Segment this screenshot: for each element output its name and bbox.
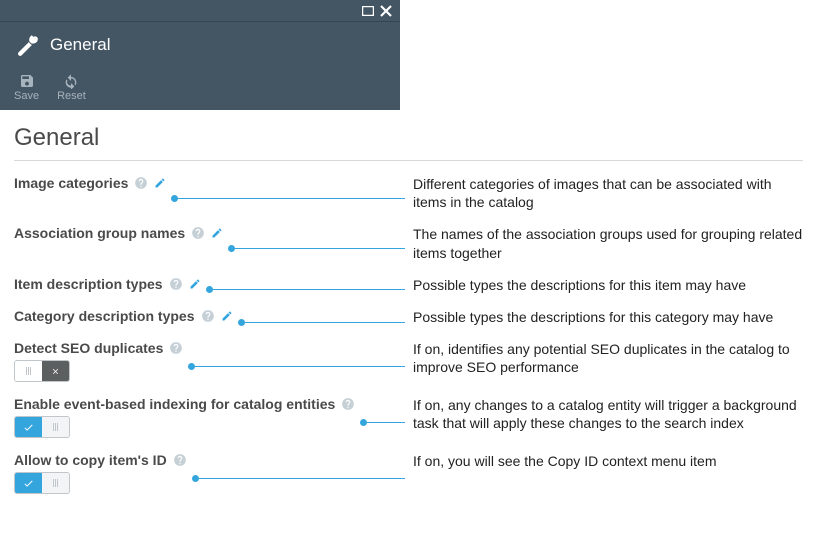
setting-row: Association group names The names of the …	[14, 225, 803, 261]
setting-label-wrap: Item description types	[14, 276, 201, 292]
setting-description: The names of the association groups used…	[413, 225, 803, 261]
setting-description: If on, you will see the Copy ID context …	[413, 452, 803, 470]
leader-line	[195, 478, 405, 479]
setting-label-wrap: Category description types	[14, 308, 233, 324]
leader-line	[209, 289, 405, 290]
setting-label: Enable event-based indexing for catalog …	[14, 396, 335, 412]
setting-description: Possible types the descriptions for this…	[413, 276, 803, 294]
close-icon[interactable]	[380, 5, 392, 17]
save-label: Save	[14, 90, 39, 102]
edit-icon[interactable]	[211, 227, 223, 239]
setting-label-block: Association group names	[14, 225, 223, 241]
setting-label: Association group names	[14, 225, 185, 241]
setting-description: Possible types the descriptions for this…	[413, 308, 803, 326]
toggle-switch[interactable]	[14, 360, 70, 382]
leader-line	[174, 198, 405, 199]
setting-description: If on, any changes to a catalog entity w…	[413, 396, 803, 432]
edit-icon[interactable]	[221, 310, 233, 322]
help-icon[interactable]	[169, 341, 183, 355]
setting-row: Allow to copy item's ID If on, you will s…	[14, 452, 803, 494]
setting-label-wrap: Detect SEO duplicates	[14, 340, 183, 356]
setting-label: Item description types	[14, 276, 163, 292]
setting-label-block: Allow to copy item's ID	[14, 452, 187, 494]
save-button[interactable]: Save	[14, 73, 39, 102]
setting-row: Detect SEO duplicates If on, identifies a…	[14, 340, 803, 382]
toolbar: Save Reset	[0, 68, 400, 110]
panel-header: General Save Reset	[0, 0, 400, 110]
reset-label: Reset	[57, 90, 86, 102]
setting-label: Category description types	[14, 308, 195, 324]
leader-line	[241, 322, 406, 323]
setting-label-wrap: Enable event-based indexing for catalog …	[14, 396, 355, 412]
panel-title-row: General	[0, 22, 400, 68]
toggle-switch[interactable]	[14, 472, 70, 494]
reset-button[interactable]: Reset	[57, 73, 86, 102]
setting-label-wrap: Allow to copy item's ID	[14, 452, 187, 468]
help-icon[interactable]	[173, 453, 187, 467]
setting-description: Different categories of images that can …	[413, 175, 803, 211]
setting-label-block: Image categories	[14, 175, 166, 191]
setting-row: Category description types Possible types…	[14, 308, 803, 326]
maximize-icon[interactable]	[362, 6, 374, 16]
save-icon	[19, 73, 35, 89]
setting-label-block: Item description types	[14, 276, 201, 292]
settings-list: Image categories Different categories of …	[14, 175, 803, 494]
setting-label-block: Detect SEO duplicates	[14, 340, 183, 382]
settings-content: General Image categories Different catego…	[0, 110, 817, 494]
edit-icon[interactable]	[189, 278, 201, 290]
toggle-switch[interactable]	[14, 416, 70, 438]
leader-line	[191, 366, 405, 367]
edit-icon[interactable]	[154, 177, 166, 189]
wrench-icon	[14, 32, 40, 58]
setting-label: Image categories	[14, 175, 128, 191]
page-heading: General	[14, 124, 803, 152]
divider	[14, 160, 803, 161]
panel-title: General	[50, 35, 110, 55]
help-icon[interactable]	[169, 277, 183, 291]
window-controls	[0, 0, 400, 22]
reset-icon	[63, 73, 79, 89]
leader-line	[363, 422, 405, 423]
setting-description: If on, identifies any potential SEO dupl…	[413, 340, 803, 376]
setting-label: Detect SEO duplicates	[14, 340, 163, 356]
help-icon[interactable]	[201, 309, 215, 323]
setting-label-wrap: Image categories	[14, 175, 166, 191]
help-icon[interactable]	[134, 176, 148, 190]
leader-line	[231, 248, 405, 249]
setting-label-wrap: Association group names	[14, 225, 223, 241]
help-icon[interactable]	[191, 226, 205, 240]
help-icon[interactable]	[341, 397, 355, 411]
setting-label: Allow to copy item's ID	[14, 452, 167, 468]
setting-row: Item description types Possible types the…	[14, 276, 803, 294]
setting-row: Image categories Different categories of …	[14, 175, 803, 211]
setting-label-block: Enable event-based indexing for catalog …	[14, 396, 355, 438]
setting-label-block: Category description types	[14, 308, 233, 324]
setting-row: Enable event-based indexing for catalog …	[14, 396, 803, 438]
